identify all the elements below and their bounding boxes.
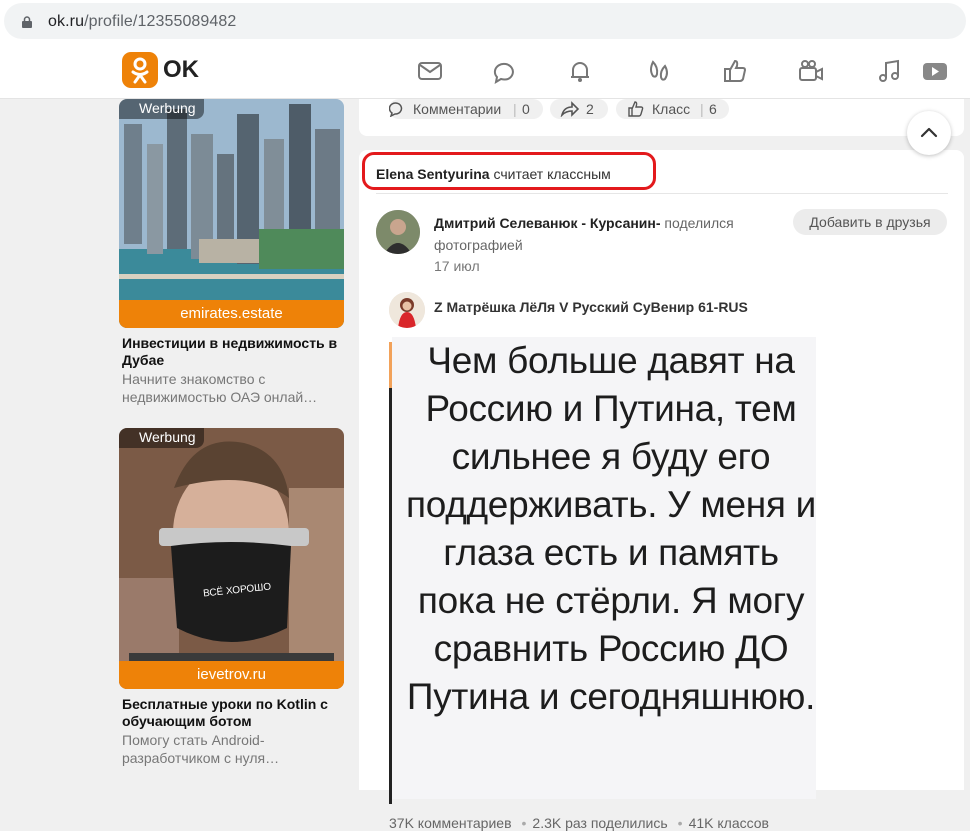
- discussions-icon[interactable]: [492, 58, 518, 84]
- post-image[interactable]: Чем больше давят на Россию и Путина, тем…: [392, 337, 816, 799]
- shares-stat[interactable]: 2.3K раз поделились: [532, 815, 667, 831]
- guests-icon[interactable]: [646, 58, 672, 84]
- comment-icon: [389, 102, 403, 117]
- ad-card-kotlin[interactable]: ВСЁ ХОРОШО Werbung ievetrov.ru: [119, 428, 344, 689]
- stat-separator: •: [521, 815, 527, 831]
- class-count: 6: [709, 101, 717, 117]
- author-name[interactable]: Дмитрий Селеванюк - Курсанин-: [434, 215, 661, 231]
- url-host: ok.ru: [48, 13, 85, 30]
- red-highlight-annotation: [362, 152, 656, 190]
- likes-icon[interactable]: [722, 58, 748, 84]
- separator: |: [513, 101, 517, 117]
- comments-count: 0: [522, 101, 530, 117]
- ad-domain[interactable]: emirates.estate: [119, 300, 344, 328]
- separator: |: [700, 101, 704, 117]
- comments-stat[interactable]: 37K комментариев: [389, 815, 512, 831]
- author-line: Дмитрий Селеванюк - Курсанин- поделился …: [434, 212, 774, 256]
- ad-title[interactable]: Инвестиции в недвижимость в Дубае: [122, 335, 347, 369]
- class-label: Класс: [652, 101, 691, 117]
- previous-post-actions: Комментарии | 0 2 Класс | 6: [359, 99, 964, 136]
- notifications-icon[interactable]: [567, 58, 593, 84]
- browser-address-bar: ok.ru/profile/12355089482: [0, 0, 970, 44]
- add-friend-button[interactable]: Добавить в друзья: [793, 209, 947, 235]
- image-left-border: [389, 388, 392, 804]
- ad-card-dubai[interactable]: Werbung emirates.estate: [119, 99, 344, 328]
- ad-description: Начните знакомство с недвижимостью ОАЭ о…: [122, 371, 318, 405]
- class-button[interactable]: Класс | 6: [616, 99, 729, 119]
- ad-description: Помогу стать Android-разработчиком с нул…: [122, 732, 280, 766]
- classes-stat[interactable]: 41K классов: [689, 815, 769, 831]
- chevron-up-icon: [920, 127, 938, 138]
- ok-logo-icon[interactable]: [122, 52, 158, 88]
- url-path: /profile/12355089482: [84, 13, 237, 30]
- ads-column: Werbung emirates.estate Инвестиции в нед…: [0, 99, 358, 790]
- share-button[interactable]: 2: [550, 99, 608, 119]
- stat-separator: •: [677, 815, 683, 831]
- ad-tag: Werbung: [119, 428, 204, 448]
- top-navigation: OK: [0, 44, 970, 99]
- feed-post-card: Elena Sentyurina считает классным Дмитри…: [359, 150, 964, 831]
- url-field[interactable]: ok.ru/profile/12355089482: [4, 3, 966, 39]
- lock-icon: [22, 16, 32, 28]
- ad-tag: Werbung: [119, 99, 204, 119]
- logo-text[interactable]: OK: [163, 56, 199, 84]
- comments-button[interactable]: Комментарии | 0: [389, 99, 543, 119]
- share-icon: [560, 101, 580, 117]
- repost-author-name[interactable]: Z Матрёшка ЛёЛя V Русский СуВенир 61-RUS: [434, 299, 748, 315]
- ad-title[interactable]: Бесплатные уроки по Kotlin с обучающим б…: [122, 696, 347, 730]
- messages-icon[interactable]: [417, 58, 443, 84]
- post-date: 17 июл: [434, 258, 480, 274]
- divider: [376, 193, 948, 194]
- dubai-skyline-image: [119, 99, 344, 328]
- ad-domain[interactable]: ievetrov.ru: [119, 661, 344, 689]
- url-text: ok.ru/profile/12355089482: [48, 13, 236, 31]
- post-image-text: Чем больше давят на Россию и Путина, тем…: [406, 340, 816, 717]
- masked-man-image: [119, 428, 344, 689]
- scroll-to-top-button[interactable]: [907, 111, 951, 155]
- repost-author-avatar[interactable]: [389, 292, 425, 328]
- video-icon[interactable]: [798, 58, 824, 84]
- music-icon[interactable]: [876, 58, 902, 84]
- author-avatar[interactable]: [376, 210, 420, 254]
- feed: Комментарии | 0 2 Класс | 6 Elena Sentyu…: [359, 99, 964, 831]
- shares-count: 2: [586, 101, 594, 117]
- post-stats: 37K комментариев • 2.3K раз поделились • 41K…: [389, 815, 773, 831]
- comments-label: Комментарии: [413, 101, 502, 117]
- thumbs-up-icon: [628, 101, 644, 117]
- video-play-icon[interactable]: [922, 58, 948, 84]
